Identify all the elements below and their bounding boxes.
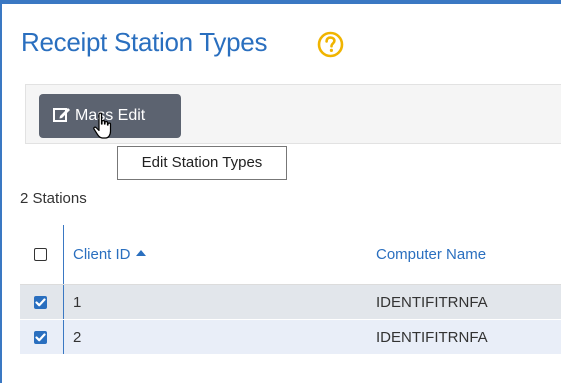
- computer-name-cell: IDENTIFITRNFA: [376, 294, 488, 311]
- column-header-computer-name[interactable]: Computer Name: [376, 246, 486, 263]
- column-header-client-id[interactable]: Client ID: [73, 246, 146, 263]
- computer-name-cell: IDENTIFITRNFA: [376, 329, 488, 346]
- column-separator: [63, 225, 64, 284]
- stations-table: Client ID Computer Name 1 IDENTIFITRNFA …: [20, 225, 561, 355]
- question-circle-icon[interactable]: [317, 31, 344, 58]
- station-count: 2 Stations: [20, 190, 87, 207]
- client-id-cell: 2: [73, 329, 82, 346]
- column-separator: [63, 320, 64, 354]
- page-title: Receipt Station Types: [21, 27, 268, 57]
- tooltip: Edit Station Types: [117, 146, 287, 180]
- row-checkbox[interactable]: [34, 331, 47, 344]
- row-checkbox[interactable]: [34, 296, 47, 309]
- receipt-station-types-page: Receipt Station Types Mass Edit Edit Sta…: [0, 0, 561, 383]
- left-border: [0, 0, 2, 383]
- sort-ascending-icon: [135, 250, 146, 256]
- client-id-cell: 1: [73, 294, 82, 311]
- table-header-row: Client ID Computer Name: [20, 225, 561, 285]
- table-row[interactable]: 2 IDENTIFITRNFA: [20, 320, 561, 355]
- column-separator: [63, 285, 64, 319]
- table-row[interactable]: 1 IDENTIFITRNFA: [20, 285, 561, 320]
- top-border: [0, 0, 561, 4]
- edit-icon: [53, 107, 70, 122]
- select-all-checkbox[interactable]: [34, 248, 47, 261]
- hand-pointer-icon: [93, 112, 112, 139]
